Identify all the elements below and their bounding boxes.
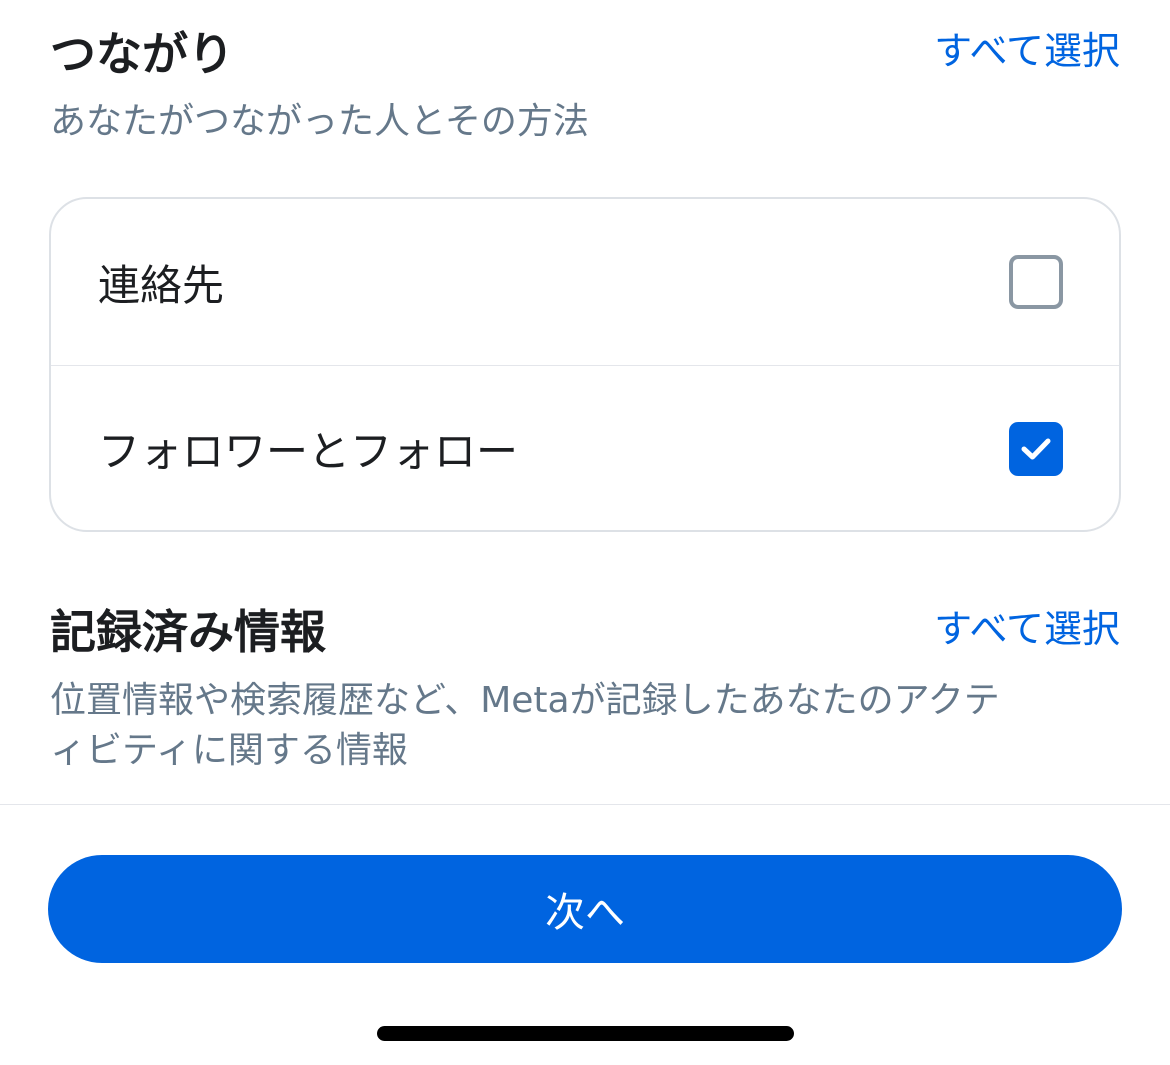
connections-description: あなたがつながった人とその方法 — [50, 101, 589, 142]
logged-info-description-line2: ィビティに関する情報 — [50, 730, 408, 771]
option-row-followers-following[interactable]: フォロワーとフォロー — [51, 365, 1119, 530]
logged-info-description-line1: 位置情報や検索履歴など、Metaが記録したあなたのアクテ — [50, 680, 1000, 721]
connections-header: つながり すべて選択 — [50, 24, 1120, 84]
logged-info-select-all-button[interactable]: すべて選択 — [934, 602, 1120, 656]
connections-options-card: 連絡先 フォロワーとフォロー — [49, 197, 1121, 532]
connections-select-all-button[interactable]: すべて選択 — [934, 24, 1120, 78]
page: つながり すべて選択 あなたがつながった人とその方法 連絡先 フォロワーとフォロ… — [0, 0, 1170, 1065]
option-row-contacts[interactable]: 連絡先 — [51, 199, 1119, 365]
logged-info-description: 位置情報や検索履歴など、Metaが記録したあなたのアクテ ィビティに関する情報 — [50, 676, 1120, 776]
followers-following-checkbox[interactable] — [1009, 421, 1063, 476]
next-button[interactable]: 次へ — [48, 855, 1122, 963]
check-icon — [1021, 438, 1051, 459]
connections-title: つながり — [50, 27, 234, 81]
footer-divider — [0, 804, 1170, 805]
home-indicator — [377, 1026, 794, 1041]
option-label-contacts: 連絡先 — [98, 260, 225, 310]
logged-info-title: 記録済み情報 — [50, 605, 326, 659]
contacts-checkbox[interactable] — [1009, 255, 1063, 309]
option-label-followers-following: フォロワーとフォロー — [98, 427, 519, 476]
logged-info-header: 記録済み情報 すべて選択 — [50, 602, 1120, 662]
